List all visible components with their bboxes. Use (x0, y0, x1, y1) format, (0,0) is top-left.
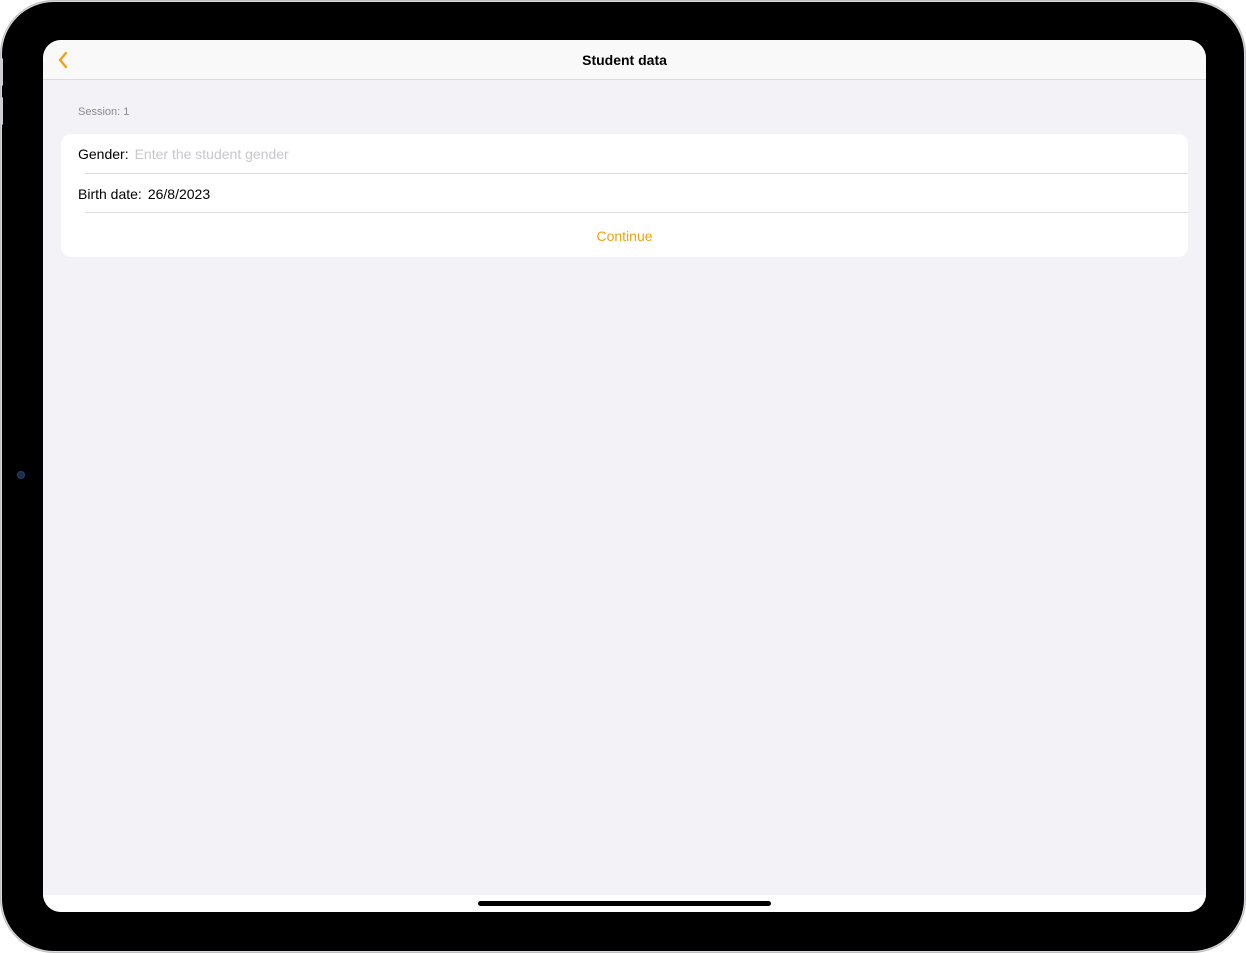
ipad-frame: Student data Session: 1 Gender: Birth da… (0, 2, 1244, 951)
birth-date-label: Birth date: (78, 185, 142, 202)
volume-up-button (0, 58, 3, 86)
birth-date-row[interactable]: Birth date: 26/8/2023 (61, 174, 1188, 213)
volume-down-button (0, 97, 3, 125)
student-form-card: Gender: Birth date: 26/8/2023 Continue (61, 134, 1188, 257)
gender-row: Gender: (61, 134, 1188, 173)
page-title: Student data (582, 52, 667, 68)
front-camera (17, 471, 25, 479)
navigation-bar: Student data (43, 40, 1206, 80)
birth-date-value[interactable]: 26/8/2023 (148, 186, 210, 202)
home-indicator[interactable] (478, 901, 771, 906)
app-screen: Student data Session: 1 Gender: Birth da… (43, 40, 1206, 912)
gender-input[interactable] (134, 145, 1188, 162)
continue-button[interactable]: Continue (61, 214, 1188, 257)
session-header: Session: 1 (78, 106, 130, 118)
home-indicator-area (43, 895, 1206, 912)
gender-label: Gender: (78, 145, 129, 162)
row-divider (85, 212, 1188, 213)
